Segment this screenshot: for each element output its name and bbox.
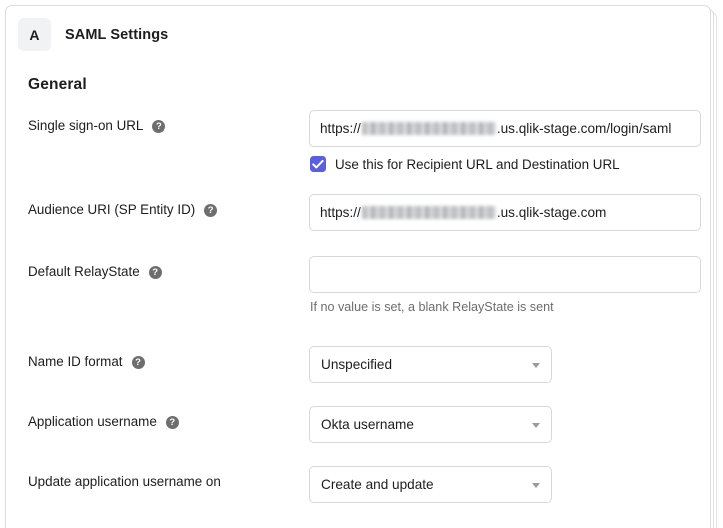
label-update-application-username-on: Update application username on: [6, 466, 306, 491]
label-single-sign-on-url: Single sign-on URL ?: [6, 110, 306, 135]
label-text: Application username: [28, 413, 157, 431]
redacted-value: [362, 206, 496, 219]
url-suffix: .us.qlik-stage.com/login/saml: [497, 111, 672, 146]
default-relaystate-hint: If no value is set, a blank RelayState i…: [309, 300, 710, 314]
label-audience-uri: Audience URI (SP Entity ID) ?: [6, 194, 306, 219]
form-row-update-application-username-on: Update application username on Create an…: [6, 466, 710, 526]
label-text: Default RelayState: [28, 263, 140, 281]
label-text: Single sign-on URL: [28, 117, 143, 135]
url-suffix: .us.qlik-stage.com: [497, 195, 607, 230]
label-name-id-format: Name ID format ?: [6, 346, 306, 371]
name-id-format-value: Unspecified: [321, 347, 392, 382]
section-heading-general: General: [28, 76, 87, 94]
saml-settings-screen: A SAML Settings General Single sign-on U…: [0, 0, 723, 528]
application-username-value: Okta username: [321, 407, 414, 442]
single-sign-on-url-input[interactable]: https:// .us.qlik-stage.com/login/saml: [309, 110, 701, 147]
default-relaystate-input[interactable]: [309, 256, 701, 293]
help-circle-icon[interactable]: ?: [152, 120, 165, 133]
field-audience-uri: https:// .us.qlik-stage.com: [306, 194, 710, 231]
label-application-username: Application username ?: [6, 406, 306, 431]
name-id-format-select[interactable]: Unspecified: [309, 346, 552, 383]
field-single-sign-on-url: https:// .us.qlik-stage.com/login/saml Us…: [306, 110, 710, 172]
url-prefix: https://: [320, 111, 361, 146]
app-logo-badge: A: [18, 18, 51, 51]
help-circle-icon[interactable]: ?: [149, 266, 162, 279]
label-text: Update application username on: [28, 473, 221, 491]
saml-settings-card: A SAML Settings General Single sign-on U…: [5, 5, 711, 528]
field-name-id-format: Unspecified: [306, 346, 710, 383]
use-for-recipient-destination-label[interactable]: Use this for Recipient URL and Destinati…: [335, 157, 620, 172]
update-application-username-on-select[interactable]: Create and update: [309, 466, 552, 503]
page-title: SAML Settings: [65, 27, 168, 43]
help-circle-icon[interactable]: ?: [166, 416, 179, 429]
saml-general-form: Single sign-on URL ? https:// .us.qlik-st…: [6, 110, 710, 526]
field-default-relaystate: If no value is set, a blank RelayState i…: [306, 256, 710, 314]
form-row-default-relaystate: Default RelayState ? If no value is set,…: [6, 256, 710, 346]
label-text: Name ID format: [28, 353, 123, 371]
form-row-application-username: Application username ? Okta username: [6, 406, 710, 466]
label-default-relaystate: Default RelayState ?: [6, 256, 306, 281]
field-update-application-username-on: Create and update: [306, 466, 710, 503]
help-circle-icon[interactable]: ?: [204, 204, 217, 217]
chevron-down-icon[interactable]: [532, 423, 540, 428]
url-prefix: https://: [320, 195, 361, 230]
chevron-down-icon[interactable]: [532, 483, 540, 488]
label-text: Audience URI (SP Entity ID): [28, 201, 195, 219]
recipient-destination-checkbox-row[interactable]: Use this for Recipient URL and Destinati…: [309, 156, 710, 172]
form-row-audience-uri: Audience URI (SP Entity ID) ? https:// .u…: [6, 194, 710, 256]
form-row-name-id-format: Name ID format ? Unspecified: [6, 346, 710, 406]
application-username-select[interactable]: Okta username: [309, 406, 552, 443]
use-for-recipient-destination-checkbox[interactable]: [310, 156, 326, 172]
field-application-username: Okta username: [306, 406, 710, 443]
form-row-single-sign-on-url: Single sign-on URL ? https:// .us.qlik-st…: [6, 110, 710, 194]
update-application-username-on-value: Create and update: [321, 467, 434, 502]
app-header: A SAML Settings: [18, 18, 168, 51]
chevron-down-icon[interactable]: [532, 363, 540, 368]
redacted-value: [362, 122, 496, 135]
help-circle-icon[interactable]: ?: [132, 356, 145, 369]
audience-uri-input[interactable]: https:// .us.qlik-stage.com: [309, 194, 701, 231]
